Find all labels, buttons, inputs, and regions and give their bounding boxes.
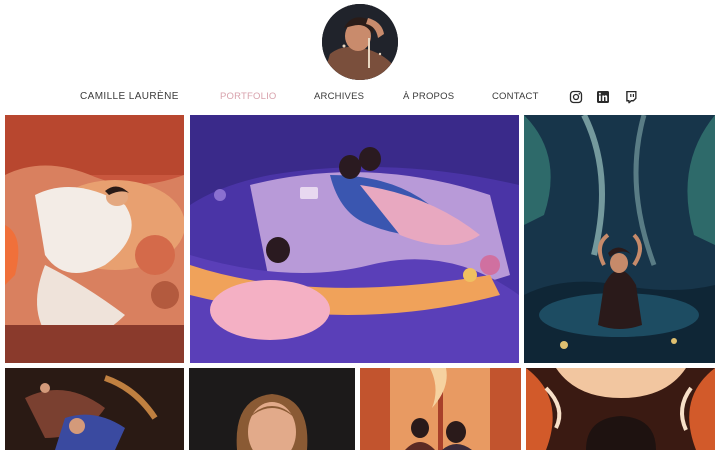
portfolio-tile-women-on-floor[interactable] <box>190 115 519 363</box>
avatar-illustration <box>322 4 398 80</box>
main-navigation: CAMILLE LAURÈNE PORTFOLIO ARCHIVES À PRO… <box>0 86 720 110</box>
portfolio-tile-fire-portrait[interactable] <box>526 368 715 450</box>
nav-item-a-propos[interactable]: À PROPOS <box>403 91 454 102</box>
nav-item-contact[interactable]: CONTACT <box>492 91 539 102</box>
artwork-fire-portrait <box>526 368 715 450</box>
portfolio-tile-portrait[interactable] <box>189 368 355 450</box>
linkedin-icon[interactable] <box>596 90 610 104</box>
nav-item-archives[interactable]: ARCHIVES <box>314 91 364 102</box>
artwork-window-couple <box>360 368 521 450</box>
instagram-icon[interactable] <box>569 90 583 104</box>
portfolio-tile-falling-figures[interactable] <box>5 368 184 450</box>
artwork-women-on-floor <box>190 115 519 363</box>
portfolio-tile-sleeping-woman[interactable] <box>5 115 184 363</box>
artwork-night-forest <box>524 115 715 363</box>
artwork-sleeping-woman <box>5 115 184 363</box>
artwork-portrait <box>189 368 355 450</box>
nav-item-portfolio[interactable]: PORTFOLIO <box>220 91 277 102</box>
portfolio-tile-window-couple[interactable] <box>360 368 521 450</box>
artwork-falling-figures <box>5 368 184 450</box>
artist-avatar-logo[interactable] <box>322 4 398 80</box>
portfolio-tile-night-forest[interactable] <box>524 115 715 363</box>
twitch-icon[interactable] <box>624 90 638 104</box>
site-title-link[interactable]: CAMILLE LAURÈNE <box>80 91 179 102</box>
